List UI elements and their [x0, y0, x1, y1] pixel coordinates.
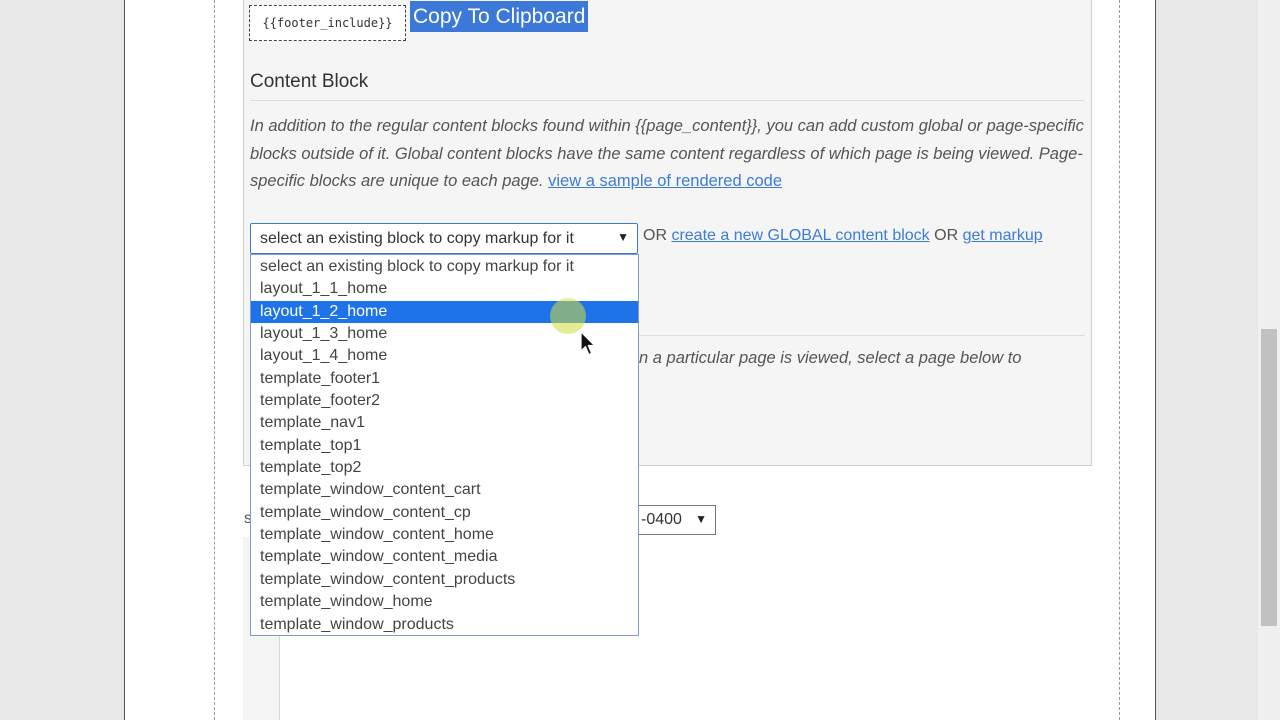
footer-include-tag[interactable]: {{footer_include}} — [249, 5, 406, 41]
dropdown-option[interactable]: layout_1_1_home — [251, 278, 638, 300]
dropdown-option[interactable]: template_window_content_cart — [251, 479, 638, 501]
dropdown-option[interactable]: template_top2 — [251, 457, 638, 479]
dropdown-option[interactable]: template_nav1 — [251, 412, 638, 434]
dropdown-option[interactable]: template_window_content_media — [251, 546, 638, 568]
dropdown-option[interactable]: template_footer2 — [251, 390, 638, 412]
dropdown-option[interactable]: template_window_content_products — [251, 569, 638, 591]
dropdown-option[interactable]: template_top1 — [251, 435, 638, 457]
dropdown-arrow-icon: ▼ — [617, 230, 629, 244]
scrollbar-thumb[interactable] — [1261, 329, 1277, 626]
dropdown-option[interactable]: template_footer1 — [251, 368, 638, 390]
timezone-value: -0400 — [641, 511, 682, 528]
cursor-highlight — [550, 298, 586, 334]
get-markup-link[interactable]: get markup — [963, 227, 1043, 244]
dropdown-arrow-icon: ▼ — [695, 512, 707, 526]
block-select-value: select an existing block to copy markup … — [260, 229, 574, 247]
section-divider — [250, 100, 1085, 101]
block-actions: OR create a new GLOBAL content block OR … — [643, 227, 1043, 245]
block-select[interactable]: select an existing block to copy markup … — [250, 223, 638, 254]
view-sample-link[interactable]: view a sample of rendered code — [548, 172, 782, 190]
dropdown-option[interactable]: template_window_home — [251, 591, 638, 613]
timezone-select[interactable]: -0400 ▼ — [637, 505, 716, 535]
dropdown-option[interactable]: select an existing block to copy markup … — [251, 256, 638, 278]
dropdown-option[interactable]: template_window_content_home — [251, 524, 638, 546]
mouse-pointer-icon — [580, 331, 596, 362]
copy-to-clipboard-button[interactable]: Copy To Clipboard — [410, 1, 589, 32]
page-specific-description: n a particular page is viewed, select a … — [639, 349, 1022, 367]
or-label: OR — [643, 227, 667, 244]
dropdown-option[interactable]: template_window_content_cp — [251, 502, 638, 524]
or-label: OR — [934, 227, 959, 244]
section-title: Content Block — [250, 71, 369, 92]
dropdown-option[interactable]: template_window_products — [251, 614, 638, 636]
create-global-block-link[interactable]: create a new GLOBAL content block — [671, 227, 929, 244]
section-divider — [638, 335, 1085, 336]
content-block-description: In addition to the regular content block… — [250, 113, 1085, 196]
